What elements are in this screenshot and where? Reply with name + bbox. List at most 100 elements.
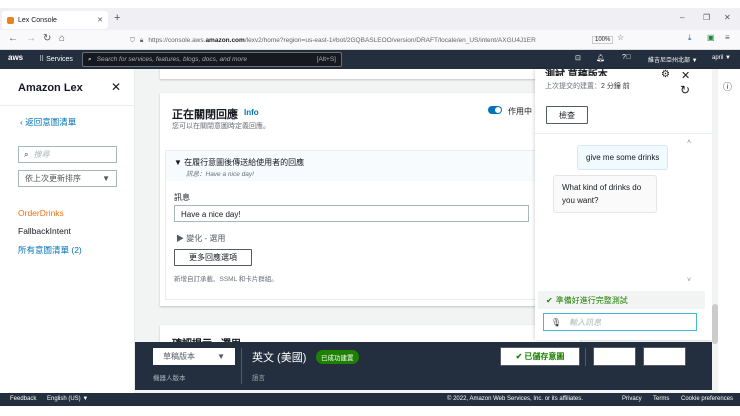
sidebar-item-orderdrinks[interactable]: OrderDrinks (18, 208, 64, 218)
back-icon[interactable]: ← (8, 33, 18, 44)
menu-icon[interactable]: ≡ (725, 33, 730, 42)
variations-label: 變化 - 選用 (186, 234, 226, 243)
message-label: 訊息 (174, 193, 190, 202)
terms-link[interactable]: Terms (653, 396, 669, 402)
download-icon[interactable]: ⤓ (688, 33, 692, 43)
message-input[interactable]: Have a nice day! (174, 205, 529, 222)
privacy-link[interactable]: Privacy (622, 396, 642, 402)
caret-down-icon: ▼ (217, 352, 225, 361)
test-button[interactable]: 測試 (643, 347, 686, 366)
sidebar-item-all-intents[interactable]: 所有意圖清單 (2) (18, 244, 82, 256)
more-response-options-button[interactable]: 更多回應選項 (174, 249, 252, 266)
forward-icon[interactable]: → (26, 33, 36, 44)
refresh-icon[interactable]: ↻ (680, 83, 690, 97)
close-window-icon[interactable]: ✕ (724, 13, 731, 22)
services-label: Services (46, 56, 73, 63)
variations-expand[interactable]: ▶ 變化 - 選用 (176, 233, 225, 244)
ready-status: ✔ 準備好進行完整測試 (538, 291, 705, 309)
status-text: 準備好進行完整測試 (555, 295, 628, 305)
response-section: ▼ 在履行意圖後傳送給使用者的回應 訊息：Have a nice day! 訊息… (165, 150, 581, 300)
test-chat-panel: 測試 草稿版本 ⚙ ✕ ↻ 上次提交的建置：2 分鐘 前 檢查 give me … (535, 69, 712, 340)
url-path: /lexv2/home?region=us-east-1#bot/2GQBASL… (244, 37, 536, 44)
microphone-icon[interactable]: 🎙︎ (551, 318, 561, 327)
language-label: 英文 (美國) (252, 352, 307, 364)
page-scrollbar[interactable] (712, 69, 718, 393)
lex-favicon-icon (7, 16, 14, 24)
sidebar: Amazon Lex ✕ ‹ 返回意圖清單 ⌕ 搜尋 依上次更新排序 ▼ Order… (0, 69, 135, 393)
scroll-up-icon[interactable]: ˄ (687, 139, 691, 146)
back-label: 返回意圖清單 (25, 117, 77, 127)
sort-select[interactable]: 依上次更新排序 ▼ (18, 170, 117, 187)
services-menu[interactable]: ⠿ Services (39, 55, 73, 63)
sidebar-item-fallbackintent[interactable]: FallbackIntent (18, 226, 71, 236)
url-field[interactable]: ⛉ 🔒︎ https://console.aws.amazon.com/lexv2… (130, 33, 630, 48)
shield-icon: ⛉ (130, 36, 135, 44)
sort-label: 依上次更新排序 (25, 174, 81, 183)
region-selector[interactable]: 維吉尼亞州北部 ▼ (648, 55, 698, 64)
cookie-preferences-link[interactable]: Cookie preferences (681, 396, 733, 402)
bell-icon[interactable]: 🔔︎ (596, 54, 605, 62)
help-icon[interactable]: ?⃝ (622, 54, 631, 61)
info-link[interactable]: Info (244, 108, 259, 117)
restore-icon[interactable]: ❐ (703, 13, 710, 22)
account-menu[interactable]: april ▼ (712, 55, 731, 61)
home-icon[interactable]: ⌂ (59, 33, 65, 44)
save-label: 已儲存意圖 (524, 352, 565, 361)
chat-title: 測試 草稿版本 (545, 70, 608, 76)
section-title: 在履行意圖後傳送給使用者的回應 (184, 158, 305, 167)
language-selector[interactable]: English (US) ▼ (47, 396, 88, 402)
bottom-action-bar: 草稿版本 ▼ 機器人版本 英文 (美國) 已成功建置 語言 ✔ 已儲存意圖 建置 測… (135, 342, 712, 390)
info-panel-icon[interactable]: ⓘ (723, 80, 732, 93)
browser-tab-bar: Lex Console ✕ + – ❐ ✕ (0, 8, 740, 30)
section-subtitle: 訊息：Have a nice day! (186, 171, 254, 178)
active-toggle[interactable] (488, 106, 502, 114)
new-tab-icon[interactable]: + (114, 12, 120, 24)
search-icon: ⌕ (24, 149, 29, 159)
address-bar-row: ← → ↻ ⌂ ⛉ 🔒︎ https://console.aws.amazon.c… (0, 30, 740, 50)
tab-title: Lex Console (18, 16, 57, 24)
toggle-label: 作用中 (508, 107, 532, 116)
service-search-input[interactable]: ⌕ Search for services, features, blogs, … (82, 52, 342, 67)
sidebar-title: Amazon Lex (18, 82, 83, 94)
grid-icon: ⠿ (39, 56, 45, 63)
url-domain: amazon.com (205, 37, 245, 44)
bookmark-star-icon[interactable]: ☆ (617, 33, 624, 42)
intent-search-input[interactable]: ⌕ 搜尋 (18, 146, 117, 163)
bot-message: What kind of drinks do you want? (553, 175, 657, 213)
scroll-down-icon[interactable]: ˅ (687, 277, 691, 284)
cloudshell-icon[interactable]: ⊡ (575, 54, 581, 62)
search-placeholder: Search for services, features, blogs, do… (96, 56, 247, 63)
feedback-link[interactable]: Feedback (10, 396, 36, 402)
user-message: give me some drinks (577, 145, 669, 170)
response-expand[interactable]: ▼ 在履行意圖後傳送給使用者的回應 (174, 157, 304, 168)
chat-input[interactable]: 🎙︎ 輸入訊息 (543, 313, 697, 331)
card-subtitle: 您可以在關閉意圖時定義回應。 (172, 123, 270, 130)
chat-input-placeholder: 輸入訊息 (569, 317, 602, 327)
closing-response-card: 正在關閉回應 Info 您可以在關閉意圖時定義回應。 作用中 ▼ 在履行意圖後傳… (160, 93, 581, 306)
save-intent-button[interactable]: ✔ 已儲存意圖 (500, 347, 580, 366)
inspect-button[interactable]: 檢查 (546, 106, 588, 124)
zoom-level[interactable]: 100% (592, 36, 614, 44)
settings-icon[interactable]: ⚙ (661, 69, 670, 80)
build-button[interactable]: 建置 (593, 347, 636, 366)
reload-icon[interactable]: ↻ (43, 33, 51, 44)
minimize-icon[interactable]: – (680, 13, 684, 22)
search-icon: ⌕ (88, 55, 92, 63)
extension-icon[interactable]: ▣ (707, 33, 715, 42)
close-tab-icon[interactable]: ✕ (97, 16, 103, 24)
language-caption: 語言 (252, 375, 265, 382)
card-title: 正在關閉回應 (172, 109, 238, 121)
lock-icon: 🔒︎ (139, 36, 144, 44)
search-shortcut: [Alt+S] (316, 56, 336, 63)
aws-logo[interactable]: aws (8, 53, 23, 62)
back-to-intents-link[interactable]: ‹ 返回意圖清單 (20, 116, 76, 128)
footer: Feedback English (US) ▼ © 2022, Amazon W… (0, 393, 740, 406)
caret-down-icon: ▼ (102, 174, 110, 183)
build-status-badge: 已成功建置 (316, 350, 359, 364)
last-build: 上次提交的建置：2 分鐘 前 (545, 81, 630, 91)
version-caption: 機器人版本 (153, 375, 186, 382)
close-chat-icon[interactable]: ✕ (681, 69, 690, 82)
browser-tab[interactable]: Lex Console ✕ (2, 11, 108, 29)
close-sidebar-icon[interactable]: ✕ (111, 80, 121, 94)
bot-version-select[interactable]: 草稿版本 ▼ (153, 348, 235, 365)
